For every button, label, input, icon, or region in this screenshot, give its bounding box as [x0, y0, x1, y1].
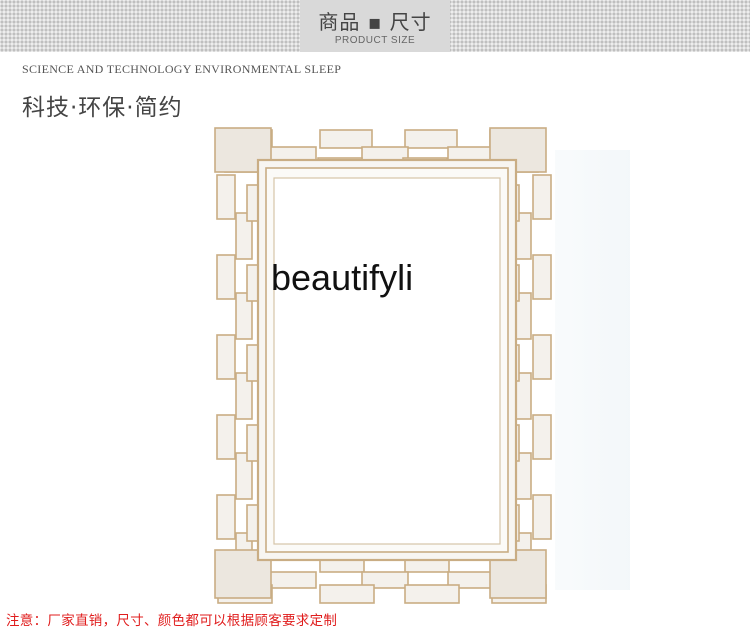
watermark: beautifyli: [271, 257, 414, 298]
frame-block: [532, 414, 552, 460]
mirror-image: [214, 127, 552, 604]
frame-block: [404, 584, 460, 604]
frame-block: [532, 334, 552, 380]
frame-block: [319, 129, 373, 149]
mirror-glass: [273, 177, 501, 545]
mirror-frame: [214, 127, 552, 604]
frame-block: [216, 334, 236, 380]
frame-block: [532, 254, 552, 300]
frame-block: [532, 494, 552, 540]
frame-block: [319, 584, 375, 604]
frame-block: [216, 494, 236, 540]
note-text: 注意：厂家直销，尺寸、颜色都可以根据顾客要求定制: [6, 613, 338, 629]
frame-block: [404, 129, 458, 149]
frame-block: [216, 254, 236, 300]
frame-block: [216, 174, 236, 220]
frame-block: [532, 174, 552, 220]
frame-block: [216, 414, 236, 460]
frame-block: [269, 571, 317, 589]
